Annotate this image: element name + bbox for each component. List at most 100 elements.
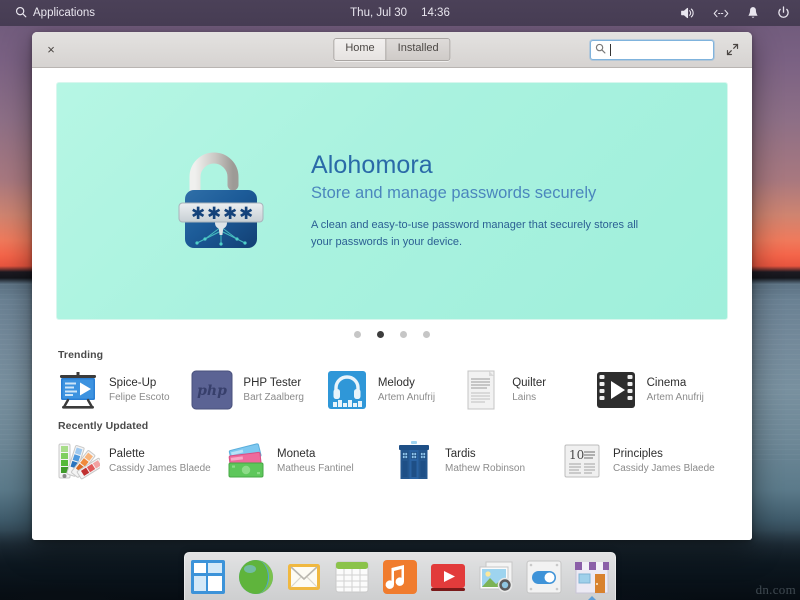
banknote-cards-icon	[224, 439, 268, 483]
app-name: Melody	[378, 376, 435, 391]
dock-item-appcenter[interactable]	[572, 557, 612, 597]
top-panel: Applications Thu, Jul 30 14:36	[0, 0, 800, 26]
volume-icon[interactable]	[680, 6, 695, 20]
panel-left-section: Applications	[0, 3, 100, 24]
notifications-bell-icon[interactable]	[747, 6, 759, 20]
app-author: Artem Anufrij	[647, 391, 704, 404]
trending-app-row: Spice-Up Felipe Escoto php PHP Tester Ba…	[56, 368, 728, 412]
carousel-dot-4[interactable]	[423, 331, 430, 338]
app-card-quilter[interactable]: Quilter Lains	[459, 368, 593, 412]
app-meta: Spice-Up Felipe Escoto	[109, 376, 170, 404]
carousel-dot-1[interactable]	[354, 331, 361, 338]
section-title-trending: Trending	[58, 349, 728, 361]
search-input[interactable]	[614, 44, 709, 56]
recently-updated-app-row: Palette Cassidy James Blaede	[56, 439, 728, 483]
app-meta: Tardis Mathew Robinson	[445, 447, 525, 475]
app-name: Moneta	[277, 447, 354, 462]
appcenter-window: × Home Installed	[32, 32, 752, 540]
app-meta: PHP Tester Bart Zaalberg	[243, 376, 304, 404]
tab-installed[interactable]: Installed	[386, 39, 450, 60]
presentation-icon	[56, 368, 100, 412]
section-title-recently-updated: Recently Updated	[58, 420, 728, 432]
numbered-document-icon: 10	[560, 439, 604, 483]
close-window-button[interactable]: ×	[42, 41, 60, 59]
dock-item-files[interactable]	[188, 557, 228, 597]
svg-text:✱: ✱	[223, 204, 237, 224]
app-name: Spice-Up	[109, 376, 170, 391]
text-document-icon	[459, 368, 503, 412]
app-name: Principles	[613, 447, 715, 462]
dock-item-videos[interactable]	[428, 557, 468, 597]
window-content: ✱ ✱ ✱ ✱ Alohomora Store and manage passw…	[32, 68, 752, 540]
svg-text:✱: ✱	[191, 204, 205, 224]
search-field[interactable]	[590, 40, 714, 60]
app-card-php-tester[interactable]: php PHP Tester Bart Zaalberg	[190, 368, 324, 412]
app-meta: Moneta Matheus Fantinel	[277, 447, 354, 475]
network-icon[interactable]	[713, 7, 729, 20]
panel-indicators	[680, 6, 790, 20]
app-card-spice-up[interactable]: Spice-Up Felipe Escoto	[56, 368, 190, 412]
tab-home[interactable]: Home	[334, 39, 385, 60]
power-icon[interactable]	[777, 6, 790, 20]
applications-menu-button[interactable]: Applications	[10, 3, 100, 24]
app-author: Felipe Escoto	[109, 391, 170, 404]
padlock-icon: ✱ ✱ ✱ ✱	[165, 143, 277, 260]
film-play-icon	[594, 368, 638, 412]
app-meta: Melody Artem Anufrij	[378, 376, 435, 404]
headphones-icon	[325, 368, 369, 412]
app-card-principles[interactable]: 10	[560, 439, 728, 483]
dock-item-music[interactable]	[380, 557, 420, 597]
carousel-pagination	[56, 320, 728, 346]
panel-date: Thu, Jul 30	[350, 7, 407, 19]
app-name: Tardis	[445, 447, 525, 462]
svg-text:✱: ✱	[207, 204, 221, 224]
app-name: Palette	[109, 447, 211, 462]
dock-running-indicator	[588, 596, 596, 600]
svg-text:✱: ✱	[239, 204, 253, 224]
dock	[184, 552, 616, 600]
dock-item-mail[interactable]	[284, 557, 324, 597]
carousel-dot-2[interactable]	[377, 331, 384, 338]
svg-text:10: 10	[569, 448, 584, 462]
app-author: Bart Zaalberg	[243, 391, 304, 404]
app-author: Artem Anufrij	[378, 391, 435, 404]
banner-app-subtitle: Store and manage passwords securely	[311, 183, 641, 204]
app-meta: Cinema Artem Anufrij	[647, 376, 704, 404]
view-mode-tabs: Home Installed	[333, 38, 450, 61]
panel-clock[interactable]: Thu, Jul 30 14:36	[350, 7, 450, 19]
color-swatches-icon	[56, 439, 100, 483]
php-icon: php	[190, 368, 234, 412]
dock-item-web-browser[interactable]	[236, 557, 276, 597]
dock-item-settings[interactable]	[524, 557, 564, 597]
app-name: PHP Tester	[243, 376, 304, 391]
app-author: Lains	[512, 391, 546, 404]
svg-text:php: php	[198, 383, 228, 399]
app-author: Mathew Robinson	[445, 462, 525, 475]
app-name: Cinema	[647, 376, 704, 391]
applications-label: Applications	[33, 7, 95, 19]
police-box-icon	[392, 439, 436, 483]
app-author: Matheus Fantinel	[277, 462, 354, 475]
maximize-window-button[interactable]	[724, 42, 740, 58]
banner-app-title: Alohomora	[311, 151, 641, 180]
app-meta: Quilter Lains	[512, 376, 546, 404]
app-name: Quilter	[512, 376, 546, 391]
app-card-palette[interactable]: Palette Cassidy James Blaede	[56, 439, 224, 483]
search-icon	[595, 41, 606, 59]
text-cursor	[610, 44, 611, 56]
banner-text-block: Alohomora Store and manage passwords sec…	[311, 151, 641, 251]
app-card-cinema[interactable]: Cinema Artem Anufrij	[594, 368, 728, 412]
app-meta: Principles Cassidy James Blaede	[613, 447, 715, 475]
search-icon	[15, 6, 27, 21]
app-meta: Palette Cassidy James Blaede	[109, 447, 211, 475]
featured-app-banner[interactable]: ✱ ✱ ✱ ✱ Alohomora Store and manage passw…	[56, 82, 728, 320]
app-card-melody[interactable]: Melody Artem Anufrij	[325, 368, 459, 412]
panel-time: 14:36	[421, 7, 450, 19]
dock-item-photos[interactable]	[476, 557, 516, 597]
app-author: Cassidy James Blaede	[109, 462, 211, 475]
image-watermark: dn.com	[756, 582, 796, 598]
dock-item-calendar[interactable]	[332, 557, 372, 597]
carousel-dot-3[interactable]	[400, 331, 407, 338]
app-card-tardis[interactable]: Tardis Mathew Robinson	[392, 439, 560, 483]
app-card-moneta[interactable]: Moneta Matheus Fantinel	[224, 439, 392, 483]
